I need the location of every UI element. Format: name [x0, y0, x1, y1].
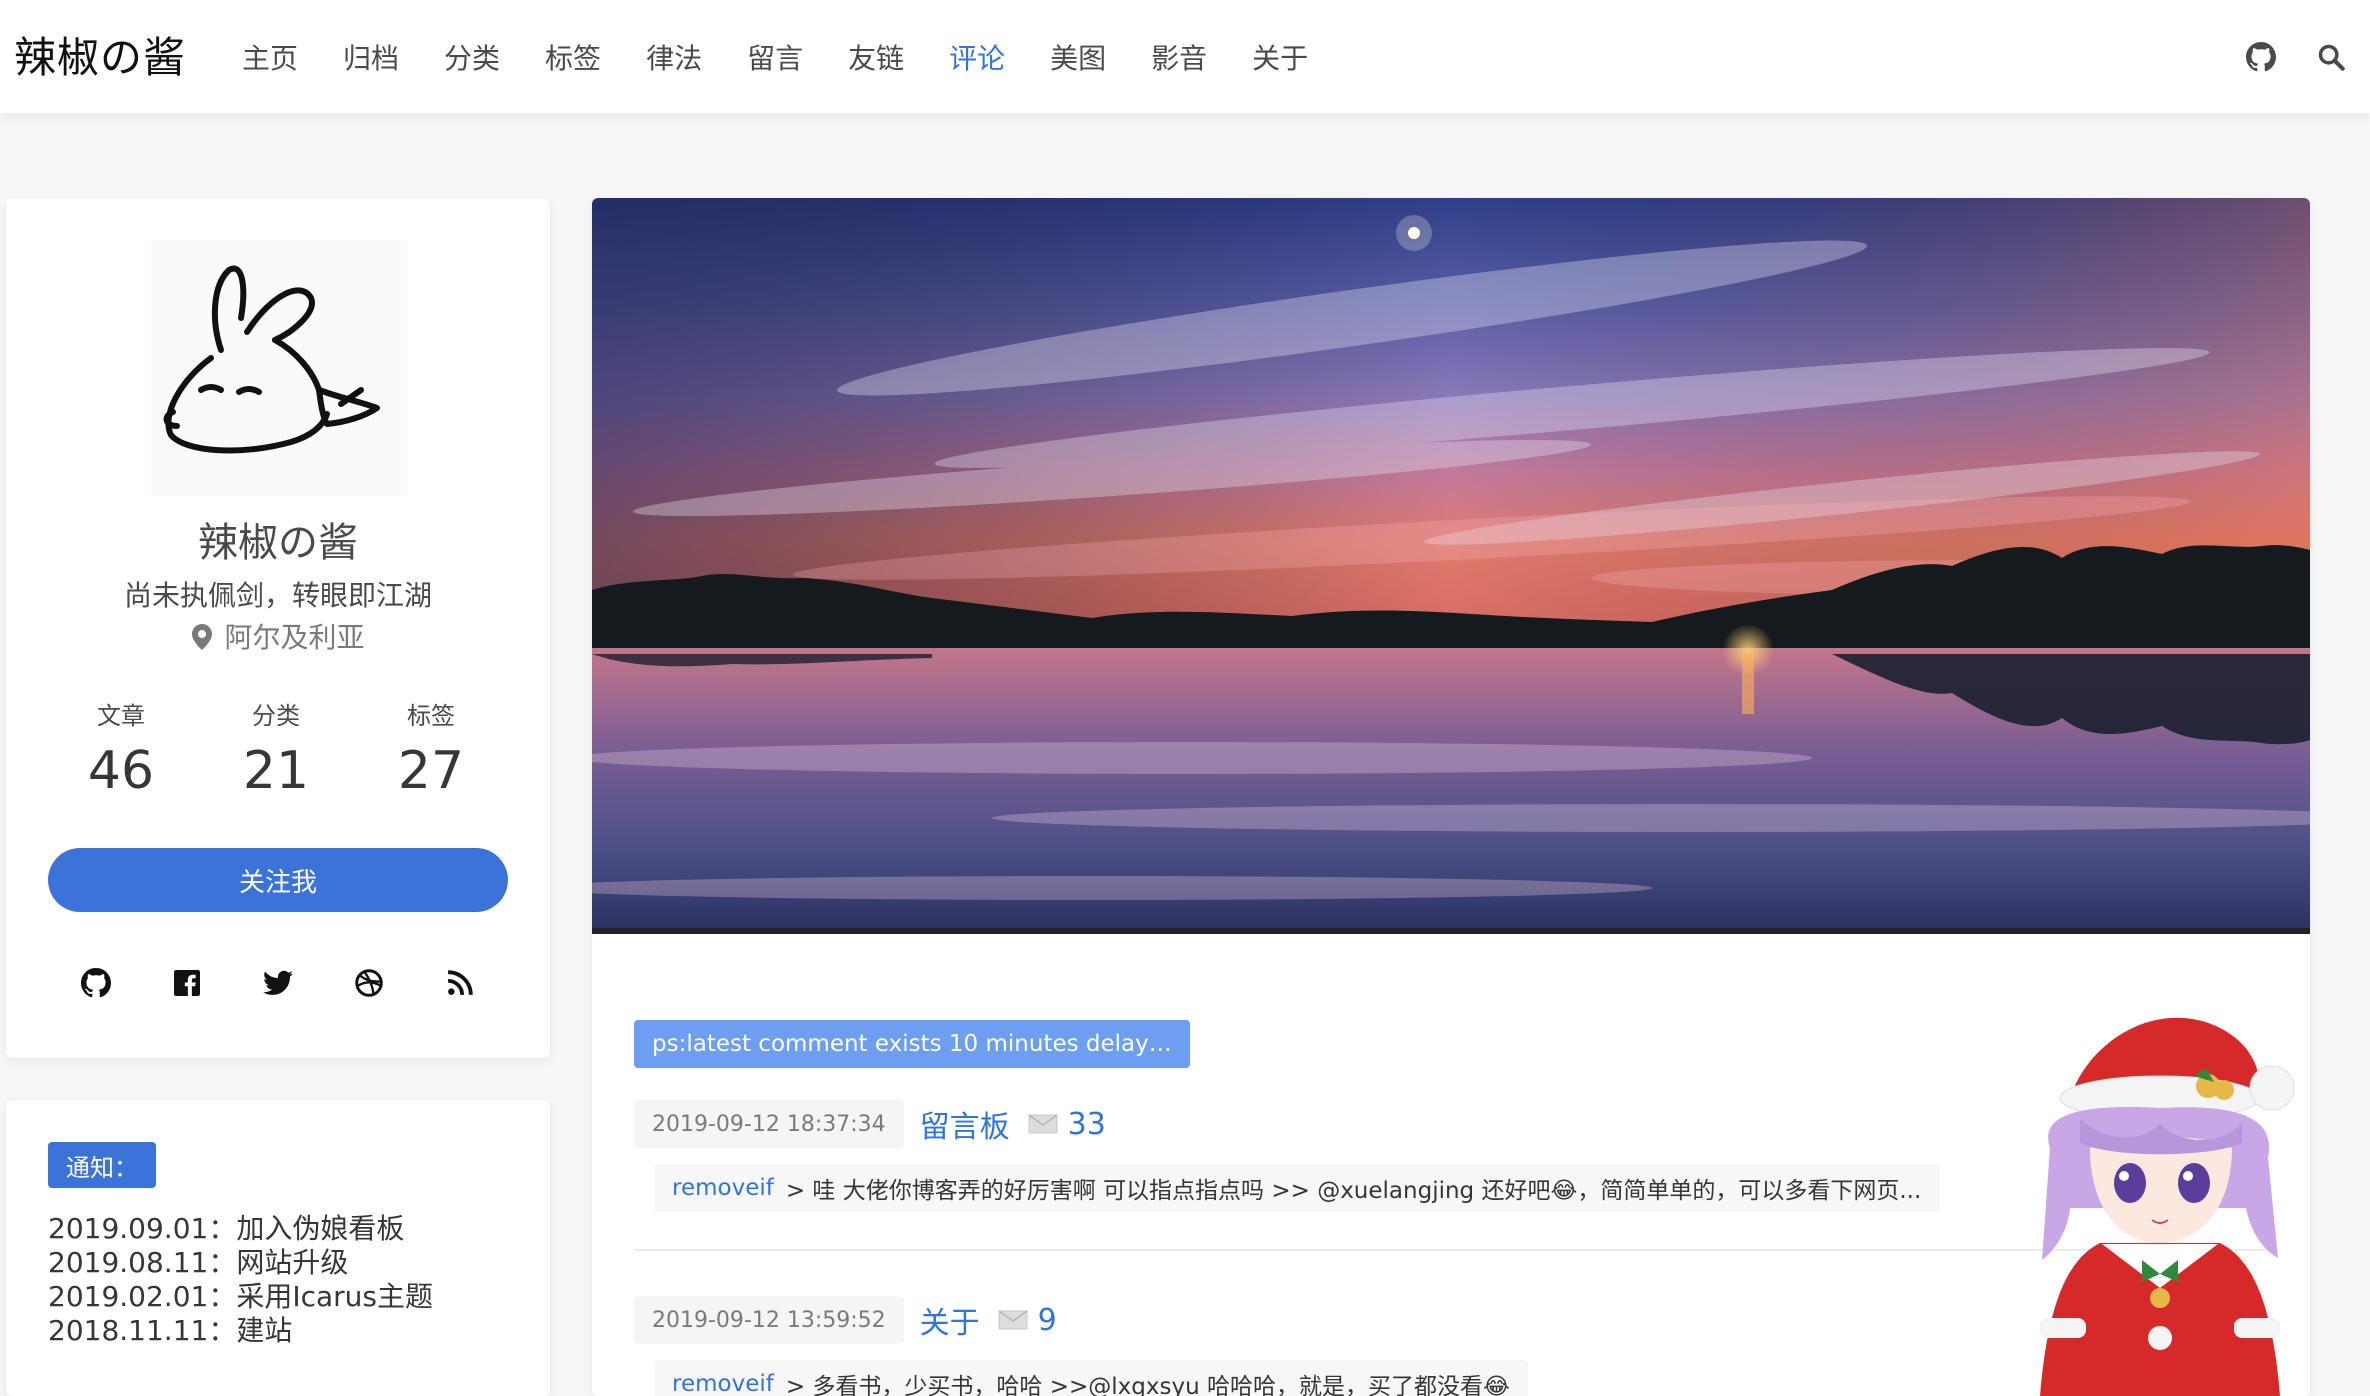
stat-label: 标签 [407, 702, 455, 730]
comment-body: removeif > 多看书，少买书，哈哈 >>@lxqxsyu 哈哈哈，就是，… [654, 1360, 1528, 1396]
profile-card: 辣椒の酱 尚未执佩剑，转眼即江湖 阿尔及利亚 文章 46 分类 21 标签 27… [6, 198, 550, 1058]
comment-item: 2019-09-12 13:59:52 关于 9 removeif > 多看书，… [634, 1296, 1528, 1396]
stat-categories[interactable]: 分类 21 [201, 696, 351, 801]
envelope-icon [998, 1310, 1028, 1330]
nav-menu: 主页 归档 分类 标签 律法 留言 友链 评论 美图 影音 关于 [242, 0, 1353, 113]
nav-right [2246, 0, 2346, 113]
comment-item: 2019-09-12 18:37:34 留言板 33 removeif > 哇 … [634, 1100, 1940, 1212]
stat-tags[interactable]: 标签 27 [356, 696, 506, 801]
nav-item-guestbook[interactable]: 留言 [747, 37, 803, 77]
profile-stats: 文章 46 分类 21 标签 27 [46, 696, 506, 801]
nav-item-links[interactable]: 友链 [848, 37, 904, 77]
notice-item: 2019.09.01：加入伪娘看板 [48, 1212, 405, 1245]
nav-item-archive[interactable]: 归档 [343, 37, 399, 77]
comment-count[interactable]: 9 [1038, 1303, 1057, 1338]
profile-location: 阿尔及利亚 [6, 616, 550, 656]
mascot-widget[interactable] [2010, 998, 2310, 1396]
nav-item-home[interactable]: 主页 [242, 37, 298, 77]
nav-item-gallery[interactable]: 美图 [1050, 37, 1106, 77]
nav-item-categories[interactable]: 分类 [444, 37, 500, 77]
stat-value: 21 [242, 741, 310, 801]
comment-time: 2019-09-12 13:59:52 [634, 1296, 904, 1344]
bunny-avatar-image [163, 265, 380, 454]
nav-item-tags[interactable]: 标签 [545, 37, 601, 77]
nav-item-law[interactable]: 律法 [646, 37, 702, 77]
stat-posts[interactable]: 文章 46 [46, 696, 196, 801]
banner-image [592, 198, 2310, 934]
notice-item: 2019.02.01：采用Icarus主题 [48, 1280, 433, 1313]
nav-item-about[interactable]: 关于 [1252, 37, 1308, 77]
envelope-icon [1028, 1114, 1058, 1134]
profile-name: 辣椒の酱 [198, 520, 358, 566]
avatar [151, 240, 407, 496]
social-links [6, 966, 550, 1000]
nav-item-comments[interactable]: 评论 [949, 37, 1005, 77]
comment-user-link[interactable]: removeif [672, 1371, 774, 1396]
twitter-icon[interactable] [261, 966, 295, 1000]
profile-motto: 尚未执佩剑，转眼即江湖 [123, 579, 432, 612]
stat-value: 27 [397, 741, 465, 801]
location-text: 阿尔及利亚 [224, 621, 365, 654]
notice-tag: 通知： [48, 1142, 156, 1188]
top-navbar: 辣椒の酱 主页 归档 分类 标签 律法 留言 友链 评论 美图 影音 关于 [0, 0, 2370, 113]
comment-text: > 多看书，少买书，哈哈 >>@lxqxsyu 哈哈哈，就是，买了都没看😂 [785, 1374, 1510, 1396]
comment-post-link[interactable]: 关于 [920, 1298, 980, 1342]
comment-count[interactable]: 33 [1068, 1107, 1106, 1142]
delay-hint-badge: ps:latest comment exists 10 minutes dela… [634, 1020, 1190, 1068]
comment-header: 2019-09-12 13:59:52 关于 9 [634, 1296, 1528, 1344]
map-marker-icon [191, 624, 212, 650]
follow-button[interactable]: 关注我 [48, 848, 508, 912]
comment-post-link[interactable]: 留言板 [920, 1102, 1010, 1146]
comment-time: 2019-09-12 18:37:34 [634, 1100, 904, 1148]
stat-value: 46 [87, 741, 155, 801]
stat-label: 分类 [252, 702, 300, 730]
github-icon[interactable] [2246, 41, 2276, 72]
search-icon[interactable] [2316, 42, 2346, 72]
stat-label: 文章 [97, 702, 145, 730]
notice-card: 通知： 2019.09.01：加入伪娘看板 2019.08.11：网站升级 20… [6, 1100, 550, 1396]
site-brand[interactable]: 辣椒の酱 [14, 24, 186, 85]
github-icon[interactable] [79, 966, 113, 1000]
comment-header: 2019-09-12 18:37:34 留言板 33 [634, 1100, 1939, 1148]
rss-icon[interactable] [443, 966, 477, 1000]
comment-user-link[interactable]: removeif [672, 1175, 774, 1201]
dribbble-icon[interactable] [352, 966, 386, 1000]
notice-list: 2019.09.01：加入伪娘看板 2019.08.11：网站升级 2019.0… [48, 1212, 433, 1348]
nav-item-media[interactable]: 影音 [1151, 37, 1207, 77]
notice-item: 2018.11.11：建站 [48, 1314, 293, 1347]
comment-text: > 哇 大佬你博客弄的好厉害啊 可以指点指点吗 >> @xuelangjing … [785, 1178, 1922, 1204]
notice-item: 2019.08.11：网站升级 [48, 1246, 349, 1279]
comment-body: removeif > 哇 大佬你博客弄的好厉害啊 可以指点指点吗 >> @xue… [654, 1164, 1940, 1212]
facebook-icon[interactable] [170, 966, 204, 1000]
